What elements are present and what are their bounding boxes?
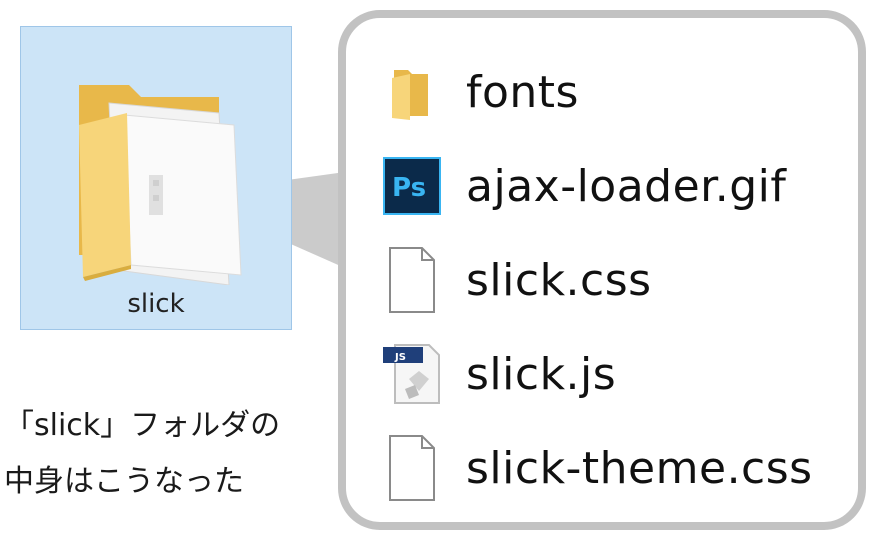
- file-name: slick.js: [466, 348, 617, 400]
- folder-contents-panel: fonts Ps ajax-loader.gif slick.css JS sl…: [338, 10, 866, 530]
- folder-name-label: slick: [127, 289, 185, 319]
- selected-folder-tile[interactable]: slick: [20, 26, 292, 330]
- list-item-slick-theme-css[interactable]: slick-theme.css: [376, 432, 813, 504]
- blank-file-icon: [389, 247, 435, 313]
- caption-line-1: 「slick」フォルダの: [4, 408, 281, 443]
- caption-line-2: 中身はこうなった: [4, 464, 244, 499]
- photoshop-file-icon: Ps: [383, 157, 441, 215]
- file-name: slick-theme.css: [466, 442, 813, 494]
- file-name: fonts: [466, 66, 579, 118]
- file-name: ajax-loader.gif: [466, 160, 787, 212]
- list-item-slick-css[interactable]: slick.css: [376, 244, 652, 316]
- file-name: slick.css: [466, 254, 652, 306]
- svg-text:JS: JS: [394, 352, 406, 363]
- list-item-slick-js[interactable]: JS slick.js: [376, 338, 616, 410]
- list-item-fonts[interactable]: fonts: [376, 56, 579, 128]
- svg-text:Ps: Ps: [392, 173, 426, 203]
- blank-file-icon: [389, 435, 435, 501]
- list-item-ajax-loader[interactable]: Ps ajax-loader.gif: [376, 150, 786, 222]
- open-folder-icon: [79, 85, 242, 285]
- caption: 「slick」フォルダの 中身はこうなった: [4, 398, 324, 510]
- js-file-icon: JS: [383, 344, 440, 404]
- folder-icon: [392, 70, 428, 120]
